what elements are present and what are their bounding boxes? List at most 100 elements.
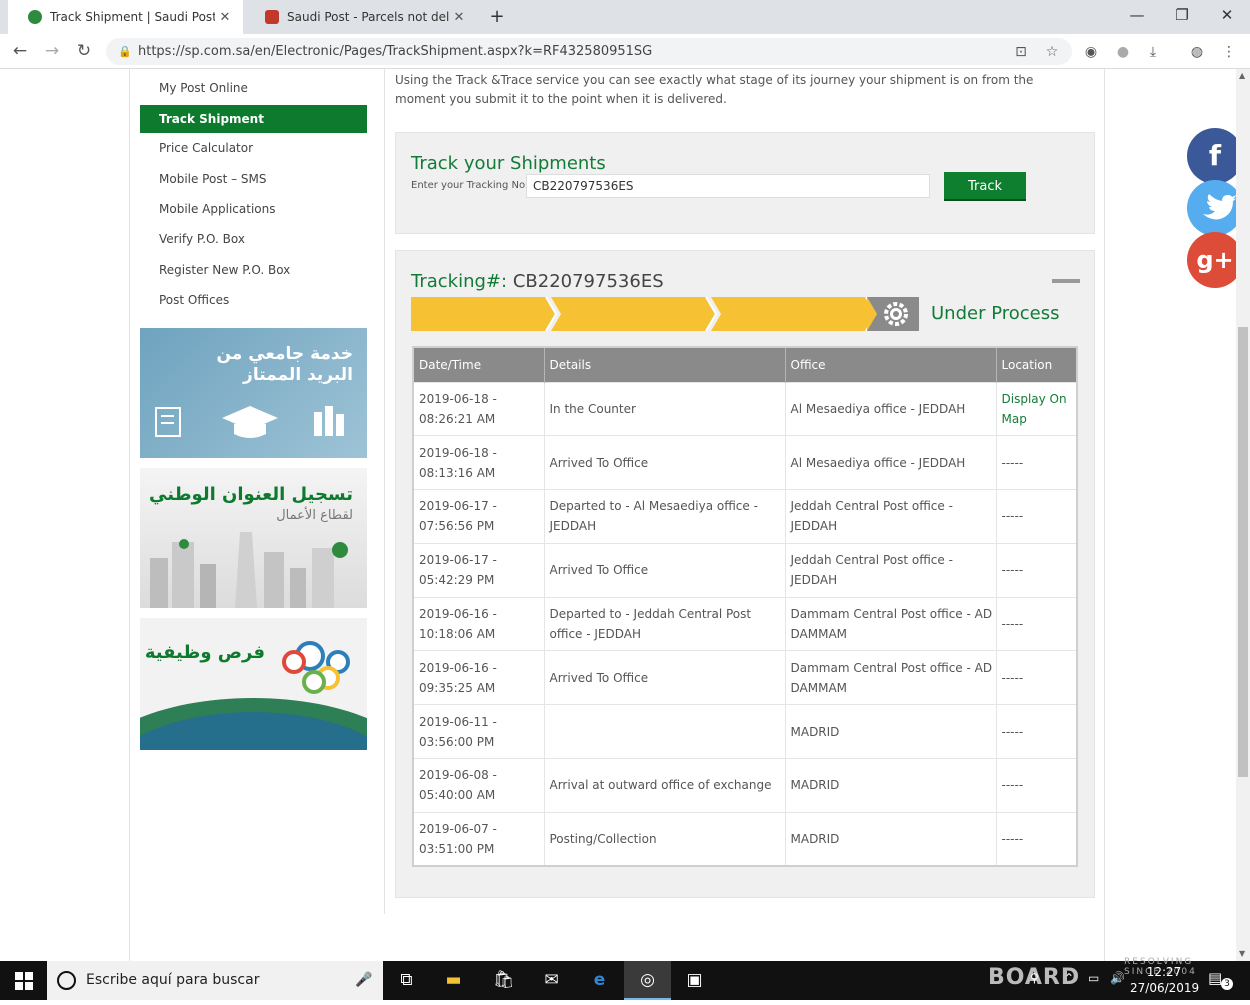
tracking-number: CB220797536ES xyxy=(512,271,664,292)
divider xyxy=(384,69,385,914)
scroll-up-icon[interactable]: ▲ xyxy=(1239,71,1245,80)
scrollbar-thumb[interactable] xyxy=(1238,327,1248,777)
banner-job-opportunities[interactable]: فرص وظيفية xyxy=(140,618,367,750)
event-date: 2019-06-11 - xyxy=(419,714,497,729)
profile-avatar-icon[interactable]: ◍ xyxy=(1187,42,1207,62)
google-plus-icon[interactable]: g+ xyxy=(1187,232,1243,288)
back-icon[interactable]: ← xyxy=(8,40,32,64)
page-scrollbar[interactable]: ▲ ▼ xyxy=(1236,69,1250,961)
cell-location: ----- xyxy=(995,489,1078,544)
tracking-number-input[interactable] xyxy=(526,174,930,198)
track-button[interactable]: Track xyxy=(944,172,1026,201)
sidebar-item-mobile-applications[interactable]: Mobile Applications xyxy=(140,195,367,223)
sidebar-item-register-po-box[interactable]: Register New P.O. Box xyxy=(140,256,367,284)
restore-icon[interactable]: ❐ xyxy=(1167,4,1197,28)
table-header-row: Date/Time Details Office Location xyxy=(413,347,1077,382)
tab-track-shipment[interactable]: Track Shipment | Saudi Post ✕ xyxy=(8,0,243,34)
scroll-down-icon[interactable]: ▼ xyxy=(1239,949,1245,958)
file-explorer-icon[interactable]: ▬ xyxy=(430,961,477,1000)
facebook-icon[interactable]: f xyxy=(1187,128,1243,184)
display-on-map-link[interactable]: Display On Map xyxy=(995,381,1078,437)
translate-icon[interactable]: ⊡ xyxy=(1011,42,1031,62)
people-icon[interactable]: ⚲ xyxy=(1030,971,1039,985)
address-bar[interactable]: 🔒 https://sp.com.sa/en/Electronic/Pages/… xyxy=(106,38,1072,65)
sidebar-item-mobile-post-sms[interactable]: Mobile Post – SMS xyxy=(140,165,367,193)
extension-icon[interactable]: ◉ xyxy=(1081,42,1101,62)
menu-dots-icon[interactable]: ⋮ xyxy=(1219,42,1239,62)
reload-icon[interactable]: ↻ xyxy=(72,40,96,64)
store-icon[interactable]: 🛍 xyxy=(480,961,527,1000)
saudi-post-favicon-icon xyxy=(28,10,42,24)
banner-national-address[interactable]: تسجيل العنوان الوطني لقطاع الأعمال xyxy=(140,468,367,608)
close-tab-icon[interactable]: ✕ xyxy=(215,10,235,25)
banner-premium-collection[interactable]: خدمة جامعي من البريد الممتاز xyxy=(140,328,367,458)
table-row: 2019-06-18 - 08:13:16 AM Arrived To Office… xyxy=(412,435,1078,491)
service-icons-icon xyxy=(155,406,344,438)
sidebar-item-my-post-online[interactable]: My Post Online xyxy=(140,74,367,102)
microphone-icon[interactable]: 🎤 xyxy=(355,961,372,1000)
new-tab-button[interactable]: + xyxy=(485,6,509,28)
forward-icon[interactable]: → xyxy=(40,40,64,64)
cell-office: Dammam Central Post office - AD DAMMAM xyxy=(784,596,997,652)
event-date: 2019-06-16 - xyxy=(419,607,497,622)
bookmark-star-icon[interactable]: ☆ xyxy=(1042,42,1062,62)
tab-parcels-not-delivered[interactable]: Saudi Post - Parcels not delivere ✕ xyxy=(245,0,477,34)
city-skyline-icon xyxy=(150,532,348,608)
sidebar-item-track-shipment[interactable]: Track Shipment xyxy=(140,105,367,133)
divider xyxy=(129,69,130,961)
windows-start-icon[interactable] xyxy=(0,961,47,1000)
cell-office: Al Mesaediya office - JEDDAH xyxy=(784,435,997,491)
track-form-title: Track your Shipments xyxy=(411,153,606,174)
cell-details xyxy=(543,704,786,760)
sidebar-item-price-calculator[interactable]: Price Calculator xyxy=(140,134,367,162)
intro-text: Using the Track &Trace service you can s… xyxy=(395,73,1034,106)
notifications-icon[interactable]: ▤ 3 xyxy=(1208,969,1234,993)
sidebar-item-verify-po-box[interactable]: Verify P.O. Box xyxy=(140,225,367,253)
close-window-icon[interactable]: ✕ xyxy=(1212,4,1242,28)
twitter-icon[interactable] xyxy=(1187,180,1243,236)
edge-icon[interactable]: e xyxy=(576,961,623,1000)
progress-step-3 xyxy=(711,297,876,331)
table-row: 2019-06-16 - 09:35:25 AM Arrived To Office… xyxy=(412,650,1078,706)
volume-icon[interactable]: 🔊 xyxy=(1110,971,1125,985)
collapse-panel-icon[interactable] xyxy=(1052,279,1080,283)
clock-time: 12:27 xyxy=(1146,965,1182,979)
event-date: 2019-06-16 - xyxy=(419,660,497,675)
tracking-events-table: Date/Time Details Office Location 2019-0… xyxy=(412,346,1078,868)
extension-gray-icon[interactable]: ● xyxy=(1113,42,1133,62)
table-row: 2019-06-17 - 07:56:56 PM Departed to - Al … xyxy=(412,489,1078,544)
event-time: 05:42:29 PM xyxy=(419,573,495,588)
tray-chevron-icon[interactable]: ⌃ xyxy=(1064,971,1074,985)
table-row: 2019-06-16 - 10:18:06 AM Departed to - Jed… xyxy=(412,596,1078,652)
download-icon[interactable]: ⤓ xyxy=(1143,42,1163,62)
browser-toolbar: ← → ↻ 🔒 https://sp.com.sa/en/Electronic/… xyxy=(0,34,1250,69)
task-view-icon[interactable]: ⧉ xyxy=(383,961,430,1000)
cell-office: Jeddah Central Post office - JEDDAH xyxy=(784,489,997,544)
clock-date: 27/06/2019 xyxy=(1130,981,1200,995)
close-tab-icon[interactable]: ✕ xyxy=(449,10,469,25)
event-date: 2019-06-17 - xyxy=(419,553,497,568)
event-date: 2019-06-18 - xyxy=(419,391,497,406)
mail-icon[interactable]: ✉ xyxy=(528,961,575,1000)
column-header-office: Office xyxy=(785,347,997,382)
app-window-icon[interactable]: ▣ xyxy=(671,961,718,1000)
taskbar-search-box[interactable]: Escribe aquí para buscar 🎤 xyxy=(47,961,383,1000)
table-row: 2019-06-18 - 08:26:21 AM In the Counter Al … xyxy=(412,381,1078,437)
cell-location: ----- xyxy=(995,435,1078,491)
chrome-icon[interactable]: ◎ xyxy=(624,961,671,1000)
page-content: My Post Online Track Shipment Price Calc… xyxy=(0,69,1236,961)
cell-location: ----- xyxy=(995,650,1078,706)
cell-datetime: 2019-06-18 - 08:13:16 AM xyxy=(412,435,545,491)
system-clock[interactable]: 12:27 27/06/2019 xyxy=(1130,964,1200,996)
event-date: 2019-06-08 - xyxy=(419,768,497,783)
banner-line1: خدمة جامعي من xyxy=(216,344,353,364)
event-time: 05:40:00 AM xyxy=(419,788,496,803)
sidebar-item-post-offices[interactable]: Post Offices xyxy=(140,286,367,314)
cell-office: MADRID xyxy=(784,811,997,867)
windows-taskbar: Escribe aquí para buscar 🎤 ⧉ ▬ 🛍 ✉ e ◎ ▣… xyxy=(0,957,1250,1000)
banner-line2: لقطاع الأعمال xyxy=(276,508,353,523)
minimize-icon[interactable]: — xyxy=(1122,4,1152,28)
cell-office: Al Mesaediya office - JEDDAH xyxy=(784,381,997,437)
event-time: 09:35:25 AM xyxy=(419,680,496,695)
network-icon[interactable]: ▭ xyxy=(1088,971,1099,985)
